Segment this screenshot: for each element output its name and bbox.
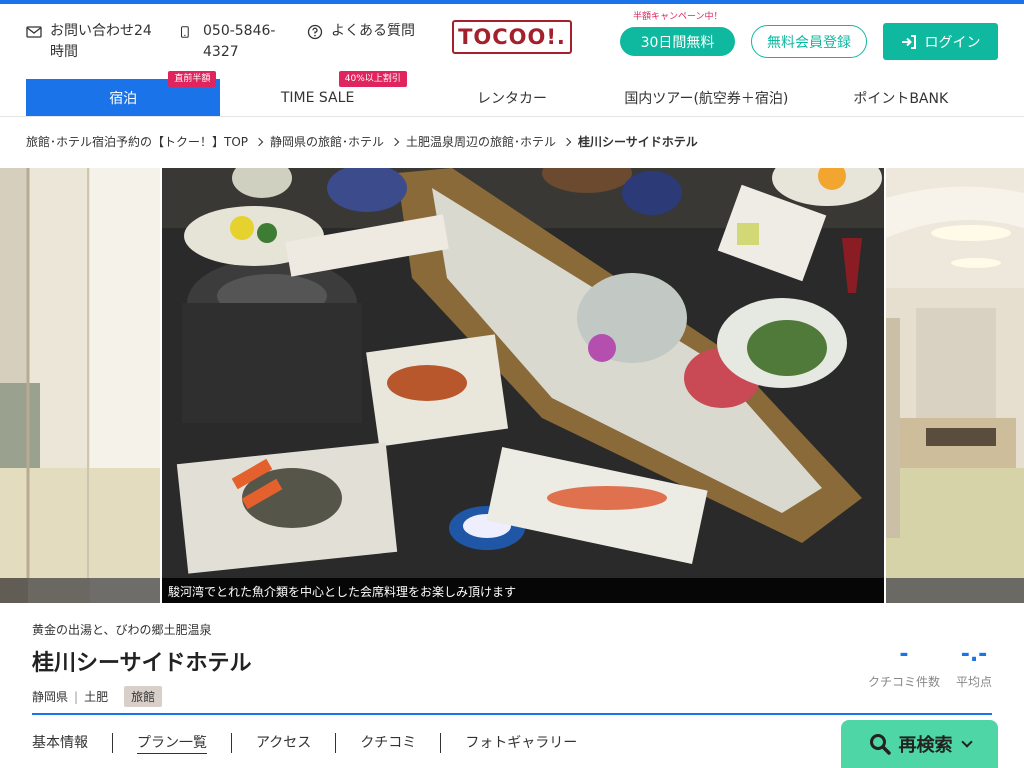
tab-label: フォトギャラリー xyxy=(465,735,578,751)
hotel-area[interactable]: 土肥 xyxy=(84,688,108,705)
nav-label: ポイントBANK xyxy=(853,90,949,107)
chevron-down-icon xyxy=(960,736,973,748)
nav-item-rental-car[interactable]: レンタカー xyxy=(415,79,609,116)
contact-link[interactable]: お問い合わせ24時間 xyxy=(26,21,156,63)
review-count-label: クチコミ件数 xyxy=(868,675,941,689)
nav-badge: 直前半額 xyxy=(168,71,217,87)
nav-badge: 40%以上割引 xyxy=(338,71,407,87)
phone-link[interactable]: 050-5846-4327 xyxy=(180,21,280,63)
nav-label: TIME SALE xyxy=(280,89,355,106)
hotel-tabs: 基本情報 プラン一覧 アクセス クチコミ フォトギャラリー xyxy=(32,733,601,754)
average-score-label: 平均点 xyxy=(955,675,992,689)
breadcrumb-area[interactable]: 土肥温泉周辺の旅館･ホテル xyxy=(406,133,556,150)
research-button[interactable]: 再検索 xyxy=(841,720,998,768)
top-accent-bar xyxy=(0,0,1024,4)
faq-label: よくある質問 xyxy=(331,23,415,39)
tab-photo-gallery[interactable]: フォトギャラリー xyxy=(440,733,601,753)
dining-room-photo xyxy=(886,168,1024,603)
search-icon xyxy=(869,734,891,755)
faq-link[interactable]: よくある質問 xyxy=(307,21,417,42)
slide-caption: 駿河湾でとれた魚介類を中心とした会席料理をお楽しみ頂けます xyxy=(162,578,884,603)
tab-access[interactable]: アクセス xyxy=(231,733,335,753)
login-button[interactable]: ログイン xyxy=(883,23,998,60)
chevron-right-icon xyxy=(390,137,400,146)
nav-item-domestic-tour[interactable]: 国内ツアー(航空券＋宿泊) xyxy=(609,79,803,116)
slide-caption-bar xyxy=(0,578,160,603)
slide-caption-bar xyxy=(886,578,1024,603)
nav-item-stay[interactable]: 宿泊 直前半額 xyxy=(26,71,221,116)
register-button[interactable]: 無料会員登録 xyxy=(751,25,867,58)
nav-divider xyxy=(0,116,1024,117)
chevron-right-icon xyxy=(254,137,264,146)
hotel-catchphrase: 黄金の出湯と、びわの郷土肥温泉 xyxy=(32,623,212,637)
room-photo xyxy=(0,168,160,603)
hotel-prefecture[interactable]: 静岡県 xyxy=(32,688,68,705)
tocoo-logo[interactable]: TOCOO!. xyxy=(452,20,572,54)
nav-label: 国内ツアー(航空券＋宿泊) xyxy=(624,90,789,107)
hotel-name: 桂川シーサイドホテル xyxy=(32,651,252,676)
breadcrumb-current: 桂川シーサイドホテル xyxy=(578,135,698,149)
campaign-note: 半額キャンペーン中！ xyxy=(633,12,723,22)
phone-icon xyxy=(180,26,189,38)
carousel-slide-current[interactable]: 駿河湾でとれた魚介類を中心とした会席料理をお楽しみ頂けます xyxy=(162,168,884,603)
nav-item-time-sale[interactable]: TIME SALE 40%以上割引 xyxy=(220,71,414,116)
tab-label: プラン一覧 xyxy=(137,735,207,754)
tab-basic-info[interactable]: 基本情報 xyxy=(32,733,112,753)
category-tag: 旅館 xyxy=(124,686,163,707)
tab-label: アクセス xyxy=(256,735,312,751)
phone-number: 050-5846-4327 xyxy=(203,23,276,60)
tab-plan-list[interactable]: プラン一覧 xyxy=(112,733,231,754)
kaiseki-meal-photo xyxy=(162,168,884,603)
research-label: 再検索 xyxy=(898,735,953,756)
carousel-slide-next[interactable] xyxy=(886,168,1024,603)
main-nav: 宿泊 直前半額 TIME SALE 40%以上割引 レンタカー 国内ツアー(航空… xyxy=(26,71,998,116)
review-count-value: - xyxy=(899,642,909,667)
carousel-slide-prev[interactable] xyxy=(0,168,160,603)
photo-carousel[interactable]: 駿河湾でとれた魚介類を中心とした会席料理をお楽しみ頂けます xyxy=(0,168,1024,603)
breadcrumb-top[interactable]: 旅館･ホテル宿泊予約の【トクー！】TOP xyxy=(26,133,248,150)
breadcrumb: 旅館･ホテル宿泊予約の【トクー！】TOP 静岡県の旅館･ホテル 土肥温泉周辺の旅… xyxy=(26,133,698,150)
mail-icon xyxy=(26,26,42,38)
tab-label: クチコミ xyxy=(360,735,417,751)
contact-label: お問い合わせ24時間 xyxy=(50,23,152,60)
chevron-right-icon xyxy=(562,137,572,146)
tab-label: 基本情報 xyxy=(32,735,88,751)
nav-label: 宿泊 xyxy=(109,90,138,107)
login-label: ログイン xyxy=(924,34,981,51)
review-count-stat[interactable]: - クチコミ件数 xyxy=(868,640,940,690)
location-separator: | xyxy=(74,689,79,704)
average-score-value: -.- xyxy=(960,642,988,667)
nav-label: レンタカー xyxy=(476,90,547,107)
average-score-stat[interactable]: -.- 平均点 xyxy=(954,640,994,690)
info-divider xyxy=(32,713,992,715)
tab-reviews[interactable]: クチコミ xyxy=(335,733,440,753)
breadcrumb-prefecture[interactable]: 静岡県の旅館･ホテル xyxy=(270,133,384,150)
free-trial-button[interactable]: 30日間無料 xyxy=(620,27,735,56)
help-icon xyxy=(307,24,323,40)
login-icon xyxy=(901,34,916,49)
nav-item-point-bank[interactable]: ポイントBANK xyxy=(804,79,998,116)
hotel-location: 静岡県 | 土肥 旅館 xyxy=(32,686,163,707)
